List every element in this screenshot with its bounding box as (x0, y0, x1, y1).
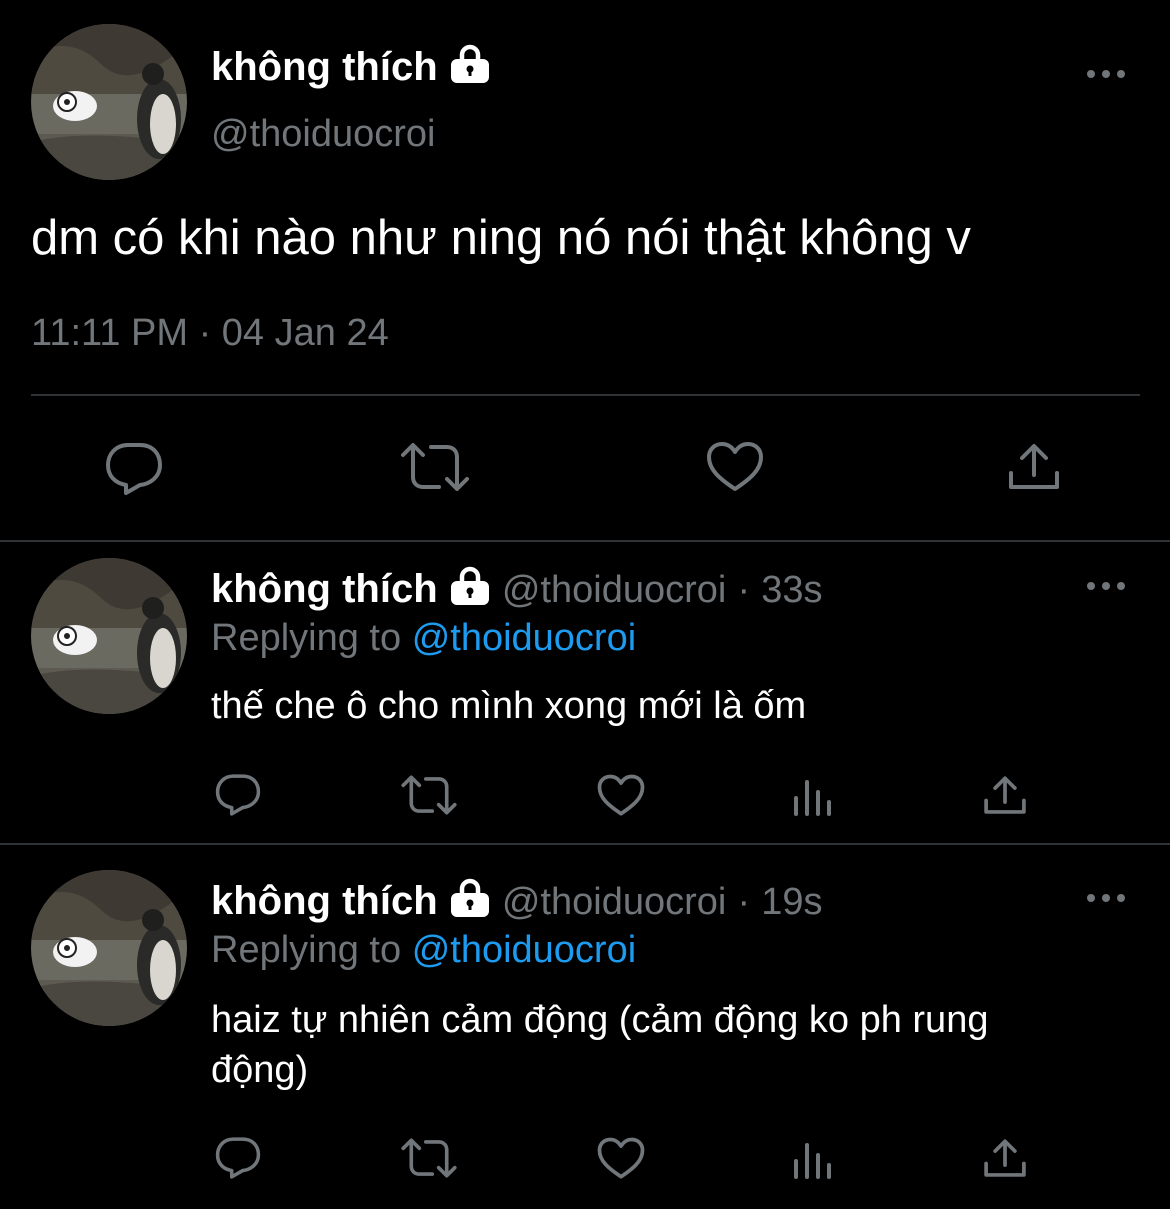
handle: @thoiduocroi (501, 569, 727, 611)
divider (0, 540, 1170, 542)
timestamp-separator: · (198, 312, 212, 354)
reply-text: haiz tự nhiên cảm động (cảm động ko ph r… (211, 995, 988, 1095)
header-separator: · (737, 881, 751, 923)
replying-to: Replying to @thoiduocroi (211, 615, 636, 661)
replying-to-link[interactable]: @thoiduocroi (412, 617, 636, 659)
replying-to-link[interactable]: @thoiduocroi (412, 929, 636, 971)
more-icon[interactable] (1085, 66, 1127, 82)
display-name[interactable]: không thích (211, 44, 491, 94)
views-icon[interactable] (792, 776, 834, 816)
reply-age: 19s (761, 881, 823, 923)
header-separator: · (737, 569, 751, 611)
tweet-time: 11:11 PM (31, 312, 189, 354)
reply-icon[interactable] (214, 773, 262, 817)
like-icon[interactable] (597, 1137, 645, 1180)
reply-header[interactable]: không thích @thoiduocroi · 33s (211, 566, 823, 616)
retweet-icon[interactable] (400, 1137, 458, 1179)
tweet-timestamp[interactable]: 11:11 PM · 04 Jan 24 (31, 310, 389, 356)
display-name: không thích (211, 567, 438, 611)
reply-text-line: haiz tự nhiên cảm động (cảm động ko ph r… (211, 999, 989, 1041)
handle: @thoiduocroi (501, 881, 727, 923)
share-icon[interactable] (1006, 441, 1062, 493)
share-icon[interactable] (982, 774, 1028, 817)
reply-text-line: động) (211, 1049, 309, 1091)
reply-icon[interactable] (214, 1136, 262, 1180)
avatar[interactable] (31, 24, 187, 180)
lock-icon (449, 44, 491, 94)
tweet-text: dm có khi nào như ning nó nói thật không… (31, 211, 971, 265)
views-icon[interactable] (792, 1139, 834, 1179)
replying-to: Replying to @thoiduocroi (211, 927, 636, 973)
reply-text: thế che ô cho mình xong mới là ốm (211, 685, 807, 727)
divider (0, 843, 1170, 845)
avatar[interactable] (31, 558, 187, 714)
retweet-icon[interactable] (400, 774, 458, 816)
avatar[interactable] (31, 870, 187, 1026)
display-name-text: không thích (211, 45, 438, 89)
retweet-icon[interactable] (399, 441, 471, 493)
reply-age: 33s (761, 569, 823, 611)
reply-header[interactable]: không thích @thoiduocroi · 19s (211, 878, 823, 928)
share-icon[interactable] (982, 1137, 1028, 1180)
tweet-date: 04 Jan 24 (221, 312, 389, 354)
like-icon[interactable] (706, 441, 764, 493)
lock-icon (449, 878, 491, 928)
replying-to-label: Replying to (211, 617, 402, 659)
lock-icon (449, 566, 491, 616)
like-icon[interactable] (597, 774, 645, 817)
more-icon[interactable] (1085, 578, 1127, 594)
reply-icon[interactable] (104, 441, 164, 497)
more-icon[interactable] (1085, 890, 1127, 906)
handle[interactable]: @thoiduocroi (211, 112, 435, 156)
divider (31, 394, 1140, 396)
replying-to-label: Replying to (211, 929, 402, 971)
display-name: không thích (211, 879, 438, 923)
